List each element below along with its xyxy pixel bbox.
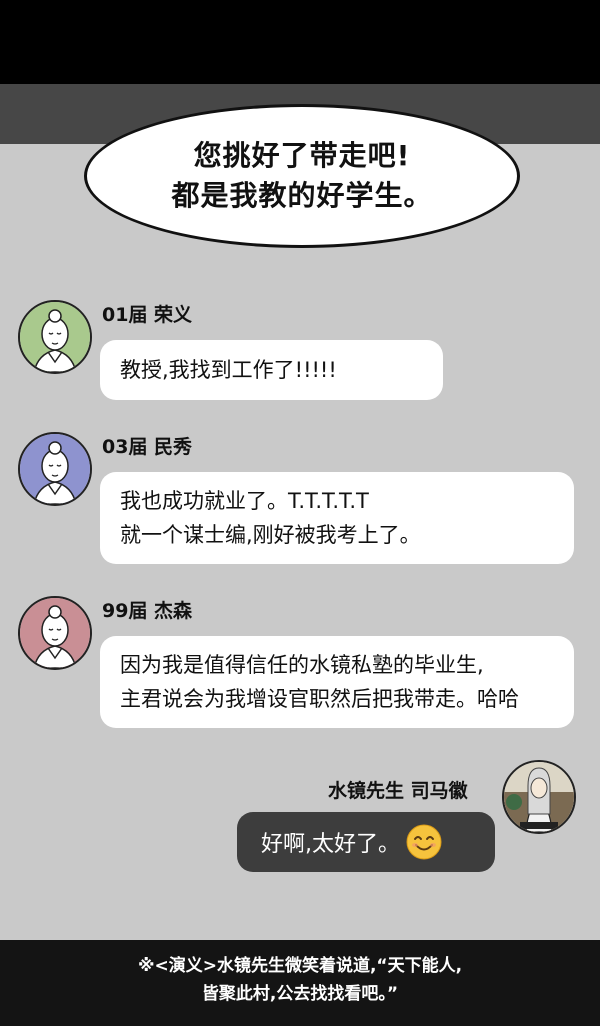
avatar-jiesen xyxy=(18,596,92,670)
reply-text: 好啊,太好了。 xyxy=(261,832,400,857)
caption-line-2: 皆聚此村,公去找找看吧。” xyxy=(201,984,399,1004)
reply-sender-name: 水镜先生 司马徽 xyxy=(328,780,468,802)
message-bubble: 因为我是值得信任的水镜私塾的毕业生, 主君说会为我增设官职然后把我带走。哈哈 xyxy=(100,636,574,728)
avatar-minxiu xyxy=(18,432,92,506)
message-text: 我也成功就业了。T.T.T.T.T xyxy=(120,489,369,513)
avatar-simahui xyxy=(502,760,576,834)
sender-name: 03届 民秀 xyxy=(102,436,193,458)
message-bubble: 我也成功就业了。T.T.T.T.T 就一个谋士编,刚好被我考上了。 xyxy=(100,472,574,564)
sender-name: 99届 杰森 xyxy=(102,600,193,622)
speech-bubble: 您挑好了带走吧! 都是我教的好学生。 xyxy=(84,104,520,248)
speech-line-1: 您挑好了带走吧! xyxy=(193,139,411,172)
message-text: 因为我是值得信任的水镜私塾的毕业生, xyxy=(120,653,484,677)
sender-name: 01届 荣义 xyxy=(102,304,193,326)
message-text: 主君说会为我增设官职然后把我带走。哈哈 xyxy=(120,687,519,711)
message-text: 教授,我找到工作了!!!!! xyxy=(120,358,337,382)
smiling-face-icon xyxy=(406,824,442,860)
reply-bubble: 好啊,太好了。 xyxy=(237,812,495,872)
avatar-rongyi xyxy=(18,300,92,374)
top-black-band xyxy=(0,0,600,84)
footnote-caption: ※<演义>水镜先生微笑着说道,“天下能人, 皆聚此村,公去找找看吧。” xyxy=(0,952,600,1008)
speech-line-2: 都是我教的好学生。 xyxy=(171,179,433,212)
message-bubble: 教授,我找到工作了!!!!! xyxy=(100,340,443,400)
caption-line-1: ※<演义>水镜先生微笑着说道,“天下能人, xyxy=(137,956,463,976)
message-text: 就一个谋士编,刚好被我考上了。 xyxy=(120,523,421,547)
